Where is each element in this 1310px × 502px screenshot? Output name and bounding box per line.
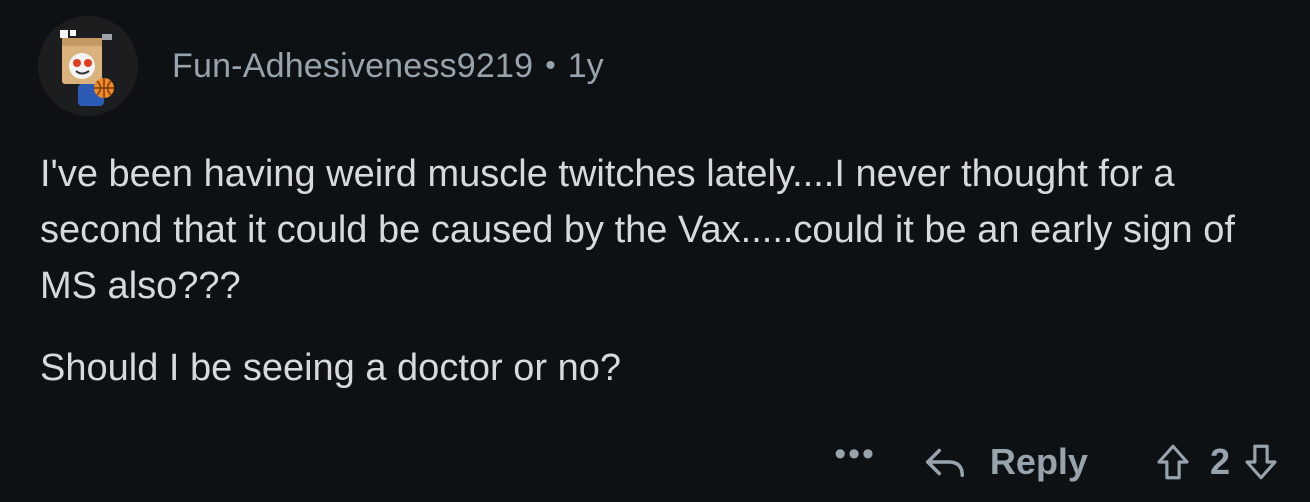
vote-count: 2 <box>1209 441 1230 482</box>
reply-label: Reply <box>989 441 1088 482</box>
comment: Fun-Adhesiveness9219 • 1y I've been havi… <box>0 0 1310 502</box>
avatar[interactable] <box>38 16 138 116</box>
upvote-arrow-icon[interactable] <box>1152 441 1194 483</box>
comment-header: Fun-Adhesiveness9219 • 1y <box>38 14 604 118</box>
comment-body: I've been having weird muscle twitches l… <box>40 146 1270 396</box>
more-options-button[interactable]: ••• <box>834 437 876 471</box>
reply-button[interactable]: Reply <box>922 439 1088 485</box>
comment-paragraph: Should I be seeing a doctor or no? <box>40 347 621 389</box>
author-username[interactable]: Fun-Adhesiveness9219 <box>172 47 533 86</box>
downvote-arrow-icon[interactable] <box>1240 441 1282 483</box>
comment-age[interactable]: 1y <box>568 47 604 86</box>
comment-actions: ••• Reply 2 <box>834 430 1282 494</box>
meta-separator: • <box>545 49 556 82</box>
comment-paragraph: I've been having weird muscle twitches l… <box>40 153 1235 307</box>
vote-controls: 2 <box>1152 441 1282 483</box>
reply-arrow-icon <box>925 448 964 478</box>
snoo-avatar-icon <box>38 16 138 116</box>
